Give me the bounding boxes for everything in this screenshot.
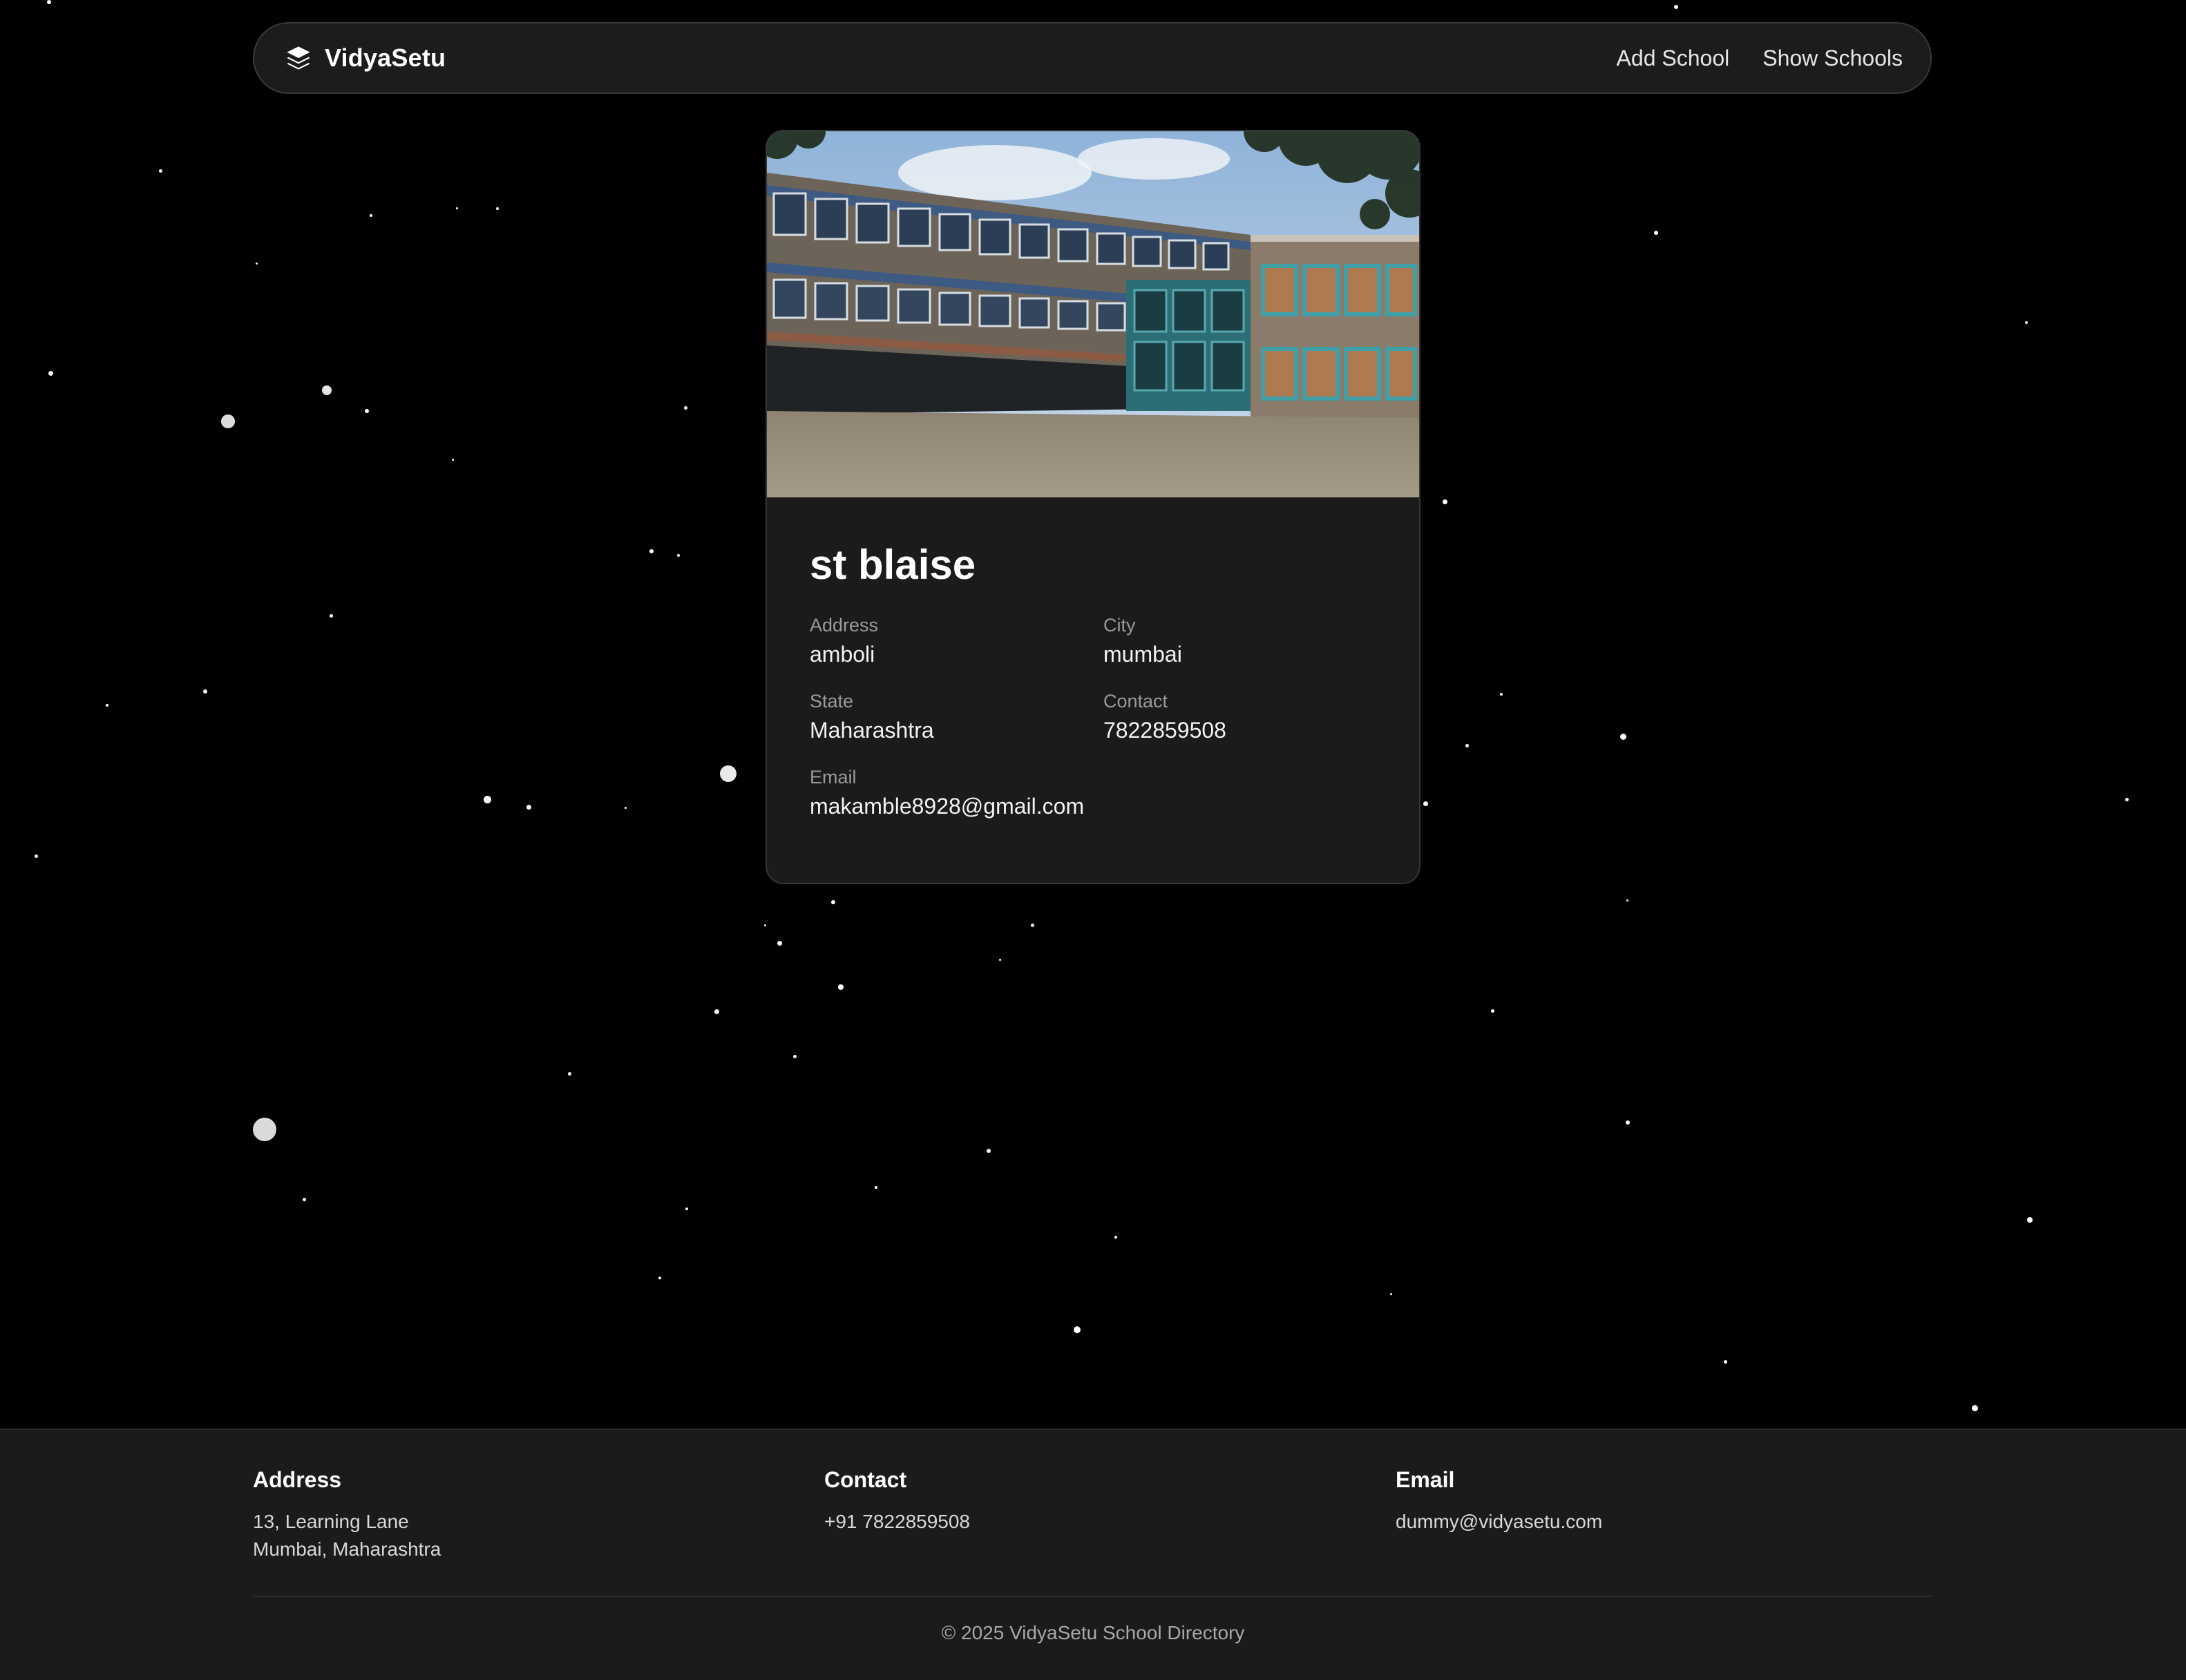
state-field: State Maharashtra — [810, 689, 1103, 745]
city-label: City — [1103, 615, 1136, 636]
address-value: amboli — [810, 642, 875, 667]
footer-address-line-1: 13, Learning Lane — [253, 1511, 409, 1532]
state-value: Maharashtra — [810, 718, 934, 743]
footer-email-value: dummy@vidyasetu.com — [1396, 1511, 1603, 1532]
footer-contact-column: Contact +91 7822859508 — [824, 1467, 970, 1536]
school-details: st blaise Address amboli City mumbai Sta… — [767, 497, 1419, 821]
city-field: City mumbai — [1103, 613, 1380, 669]
footer-contact-value: +91 7822859508 — [824, 1511, 970, 1532]
top-navbar: VidyaSetu Add School Show Schools — [253, 22, 1932, 94]
footer-address-heading: Address — [253, 1467, 342, 1492]
email-value: makamble8928@gmail.com — [810, 794, 1085, 819]
school-name: st blaise — [810, 542, 976, 588]
footer-divider — [253, 1596, 1932, 1597]
contact-value: 7822859508 — [1103, 718, 1226, 743]
brand-name: VidyaSetu — [325, 44, 446, 72]
brand-logo-link[interactable]: VidyaSetu — [285, 44, 446, 73]
footer-email-heading: Email — [1396, 1467, 1455, 1492]
email-field: Email makamble8928@gmail.com — [810, 765, 1103, 821]
school-card: st blaise Address amboli City mumbai Sta… — [766, 130, 1420, 884]
address-field: Address amboli — [810, 613, 1103, 669]
school-image — [767, 131, 1419, 497]
nav-link-show-schools[interactable]: Show Schools — [1762, 46, 1903, 71]
footer-email-column: Email dummy@vidyasetu.com — [1396, 1467, 1602, 1536]
footer-address-line-2: Mumbai, Maharashtra — [253, 1538, 441, 1560]
city-value: mumbai — [1103, 642, 1182, 667]
nav-links: Add School Show Schools — [1617, 46, 1903, 71]
site-footer: Address 13, Learning Lane Mumbai, Mahara… — [0, 1429, 2186, 1680]
address-label: Address — [810, 615, 879, 636]
school-info-grid: Address amboli City mumbai State Maharas… — [810, 613, 1376, 821]
copyright-text: © 2025 VidyaSetu School Directory — [941, 1622, 1245, 1643]
contact-field: Contact 7822859508 — [1103, 689, 1380, 745]
contact-label: Contact — [1103, 691, 1168, 712]
footer-address-column: Address 13, Learning Lane Mumbai, Mahara… — [253, 1467, 441, 1563]
footer-contact-heading: Contact — [824, 1467, 907, 1492]
layers-icon — [285, 44, 312, 72]
page: VidyaSetu Add School Show Schools st bla… — [0, 0, 2186, 1680]
email-label: Email — [810, 767, 857, 788]
state-label: State — [810, 691, 854, 712]
nav-link-add-school[interactable]: Add School — [1617, 46, 1730, 71]
